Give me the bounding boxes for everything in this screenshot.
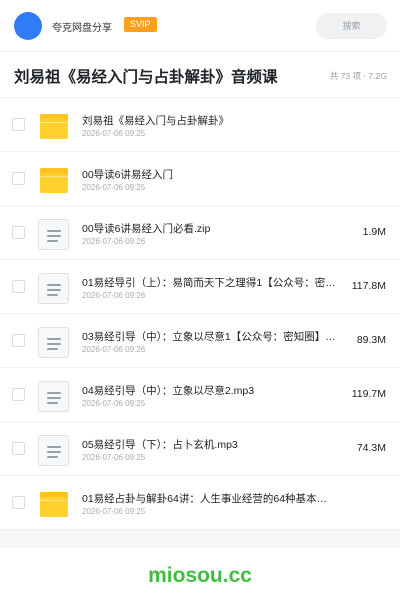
folder-icon — [40, 492, 68, 517]
select-checkbox[interactable] — [12, 280, 25, 293]
file-date: 2026-07-06 09:25 — [82, 507, 146, 516]
footer: miosou.cc — [0, 548, 400, 600]
item-count: 共 73 项 · 7.2G — [329, 71, 387, 81]
folder-header: 刘易祖《易经入门与占卦解卦》音频课 共 73 项 · 7.2G — [0, 52, 400, 98]
select-checkbox[interactable] — [12, 334, 25, 347]
list-item[interactable]: 03易经引导（中）：立象以尽意1【公众号：密知圈】… 2026-07-06 09… — [0, 314, 400, 368]
file-name: 00导读6讲易经入门 — [82, 169, 174, 181]
file-name: 00导读6讲易经入门必看.zip — [82, 223, 211, 235]
file-name: 03易经引导（中）：立象以尽意1【公众号：密知圈】… — [82, 331, 336, 343]
file-date: 2026-07-06 09:25 — [82, 183, 146, 192]
file-name: 01易经占卦与解卦64讲：人生事业经营的64种基本… — [82, 493, 328, 505]
file-icon — [38, 327, 69, 358]
file-size: 117.8M — [351, 280, 386, 292]
list-item[interactable]: 00导读6讲易经入门 2026-07-06 09:25 — [0, 152, 400, 206]
app-name: 夸克网盘分享 — [52, 23, 112, 34]
list-item[interactable]: 01易经占卦与解卦64讲：人生事业经营的64种基本… 2026-07-06 09… — [0, 476, 400, 530]
file-icon — [38, 435, 69, 466]
folder-icon — [40, 168, 68, 193]
select-checkbox[interactable] — [12, 442, 25, 455]
watermark: miosou.cc — [148, 564, 252, 587]
select-checkbox[interactable] — [12, 496, 25, 509]
list-item[interactable]: 04易经引导（中）：立象以尽意2.mp3 2026-07-06 09:25 11… — [0, 368, 400, 422]
file-icon — [38, 381, 69, 412]
file-icon — [38, 273, 69, 304]
search-input[interactable]: 搜索 — [316, 13, 387, 39]
select-checkbox[interactable] — [12, 172, 25, 185]
svip-badge: SVIP — [124, 17, 157, 32]
file-date: 2026-07-06 09:26 — [82, 237, 146, 246]
folder-icon — [40, 114, 68, 139]
file-size: 74.3M — [356, 442, 386, 454]
select-checkbox[interactable] — [12, 226, 25, 239]
select-checkbox[interactable] — [12, 118, 25, 131]
file-name: 04易经引导（中）：立象以尽意2.mp3 — [82, 385, 255, 397]
file-name: 刘易祖《易经入门与占卦解卦》 — [82, 115, 229, 127]
list-item[interactable]: 00导读6讲易经入门必看.zip 2026-07-06 09:26 1.9M — [0, 206, 400, 260]
file-size: 119.7M — [351, 388, 386, 400]
file-size: 1.9M — [362, 226, 386, 238]
file-name: 01易经导引（上）：易简而天下之理得1【公众号：密… — [82, 277, 336, 289]
file-list: 刘易祖《易经入门与占卦解卦》 2026-07-06 09:25 00导读6讲易经… — [0, 98, 400, 530]
avatar[interactable] — [14, 12, 42, 40]
page-title: 刘易祖《易经入门与占卦解卦》音频课 — [14, 69, 278, 86]
list-item[interactable]: 刘易祖《易经入门与占卦解卦》 2026-07-06 09:25 — [0, 98, 400, 152]
file-date: 2026-07-06 09:26 — [82, 345, 146, 354]
file-icon — [38, 219, 69, 250]
file-name: 05易经引导（下）：占卜玄机.mp3 — [82, 439, 238, 451]
file-date: 2026-07-06 09:25 — [82, 399, 146, 408]
file-date: 2026-07-06 09:25 — [82, 453, 146, 462]
top-bar: 夸克网盘分享 SVIP 搜索 — [0, 0, 400, 52]
select-checkbox[interactable] — [12, 388, 25, 401]
file-size: 89.3M — [356, 334, 386, 346]
list-item[interactable]: 05易经引导（下）：占卜玄机.mp3 2026-07-06 09:25 74.3… — [0, 422, 400, 476]
file-date: 2026-07-06 09:25 — [82, 129, 146, 138]
list-item[interactable]: 01易经导引（上）：易简而天下之理得1【公众号：密… 2026-07-06 09… — [0, 260, 400, 314]
file-date: 2026-07-06 09:26 — [82, 291, 146, 300]
